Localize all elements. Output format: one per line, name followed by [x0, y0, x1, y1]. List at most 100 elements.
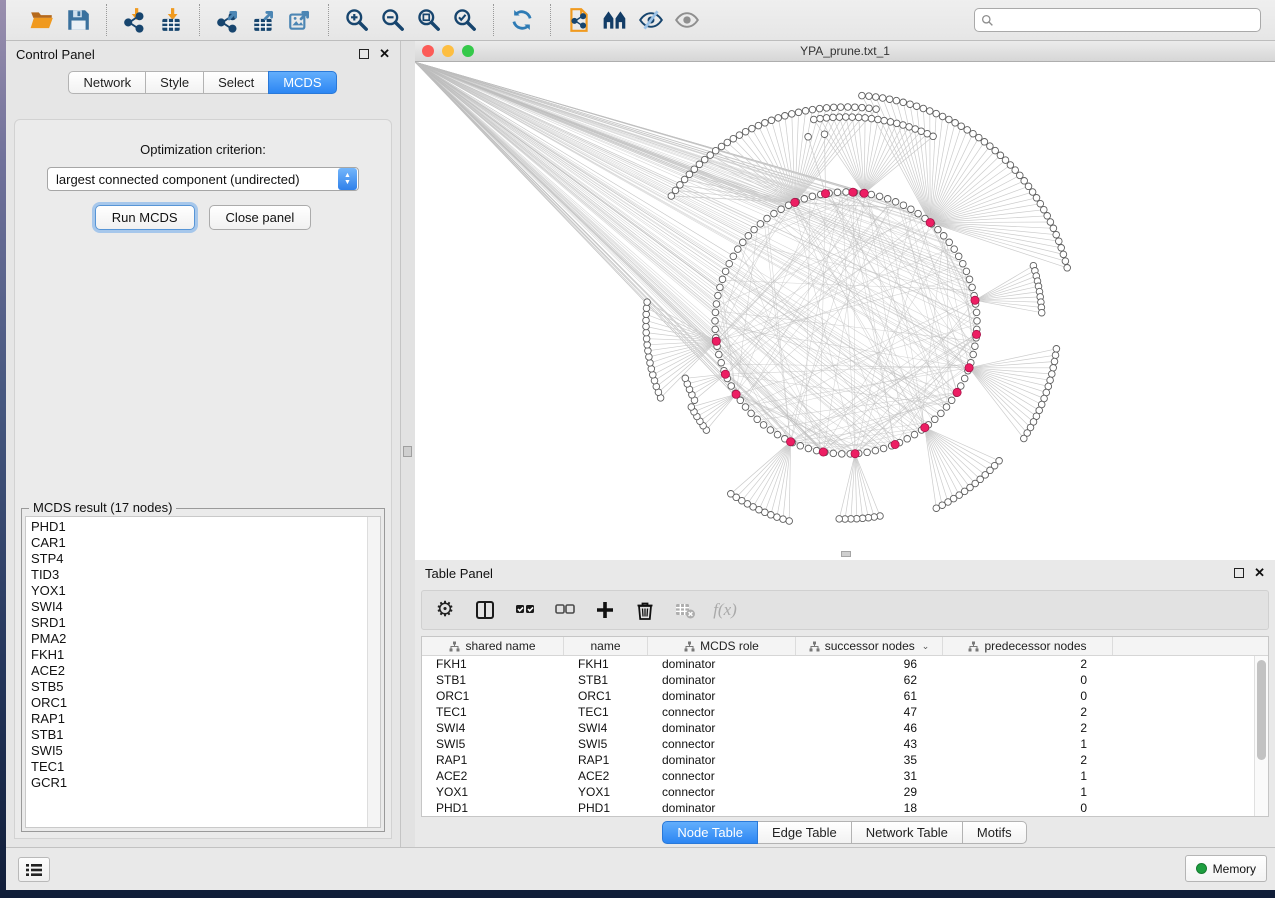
hide-selected-button[interactable] — [633, 4, 669, 36]
show-all-button[interactable] — [669, 4, 705, 36]
table-row[interactable]: STB1STB1dominator620 — [422, 672, 1254, 688]
result-item[interactable]: ACE2 — [26, 663, 367, 679]
tab-style[interactable]: Style — [145, 71, 204, 94]
float-panel-icon[interactable] — [359, 49, 369, 59]
zoom-selected-button[interactable] — [447, 4, 483, 36]
save-session-button[interactable] — [60, 4, 96, 36]
tab-motifs[interactable]: Motifs — [962, 821, 1027, 844]
result-item[interactable]: TID3 — [26, 567, 367, 583]
column-header-shared-name[interactable]: shared name — [422, 637, 564, 655]
result-item[interactable]: PMA2 — [26, 631, 367, 647]
table-cell: TEC1 — [564, 705, 648, 719]
table-cell: YOX1 — [422, 785, 564, 799]
table-cell: 1 — [943, 737, 1113, 751]
result-list-scrollbar[interactable] — [367, 517, 380, 827]
import-table-icon — [158, 7, 184, 33]
optimization-criterion-label: Optimization criterion: — [15, 142, 391, 157]
splitter-handle[interactable] — [403, 446, 412, 457]
tab-node-table[interactable]: Node Table — [662, 821, 758, 844]
result-item[interactable]: TEC1 — [26, 759, 367, 775]
open-file-button[interactable] — [24, 4, 60, 36]
tab-edge-table[interactable]: Edge Table — [757, 821, 852, 844]
search-input[interactable] — [998, 13, 1254, 27]
result-item[interactable]: SWI5 — [26, 743, 367, 759]
table-settings-button[interactable]: ⚙ — [432, 597, 458, 623]
mcds-result-list[interactable]: PHD1CAR1STP4TID3YOX1SWI4SRD1PMA2FKH1ACE2… — [25, 516, 381, 828]
zoom-in-button[interactable] — [339, 4, 375, 36]
result-item[interactable]: STB5 — [26, 679, 367, 695]
float-table-panel-icon[interactable] — [1234, 568, 1244, 578]
table-cell: connector — [648, 705, 796, 719]
table-cell: 1 — [943, 769, 1113, 783]
table-row[interactable]: SWI5SWI5connector431 — [422, 736, 1254, 752]
result-item[interactable]: PHD1 — [26, 519, 367, 535]
table-cell: dominator — [648, 657, 796, 671]
column-header-MCDS-role[interactable]: MCDS role — [648, 637, 796, 655]
optimization-criterion-select[interactable]: largest connected component (undirected)… — [47, 167, 359, 191]
new-network-from-selection-button[interactable] — [561, 4, 597, 36]
network-canvas[interactable] — [415, 62, 1275, 560]
result-item[interactable]: STP4 — [26, 551, 367, 567]
result-item[interactable]: CAR1 — [26, 535, 367, 551]
table-row[interactable]: ACE2ACE2connector311 — [422, 768, 1254, 784]
add-column-icon — [595, 600, 615, 620]
select-all-rows-button[interactable] — [512, 597, 538, 623]
network-window: YPA_prune.txt_1 — [415, 41, 1275, 560]
status-bar: Memory — [6, 847, 1275, 890]
table-cell: ACE2 — [564, 769, 648, 783]
table-scrollbar[interactable] — [1254, 656, 1268, 816]
unselect-all-rows-button[interactable] — [552, 597, 578, 623]
result-item[interactable]: SRD1 — [26, 615, 367, 631]
column-selector-button[interactable] — [472, 597, 498, 623]
zoom-out-button[interactable] — [375, 4, 411, 36]
export-image-button[interactable] — [282, 4, 318, 36]
column-header-successor-nodes[interactable]: successor nodes⌄ — [796, 637, 943, 655]
tab-network-table[interactable]: Network Table — [851, 821, 963, 844]
import-network-button[interactable] — [117, 4, 153, 36]
table-row[interactable]: FKH1FKH1dominator962 — [422, 656, 1254, 672]
table-row[interactable]: ORC1ORC1dominator610 — [422, 688, 1254, 704]
table-cell: 61 — [796, 689, 943, 703]
refresh-button[interactable] — [504, 4, 540, 36]
delete-column-button[interactable] — [632, 597, 658, 623]
table-row[interactable]: SWI4SWI4dominator462 — [422, 720, 1254, 736]
export-network-button[interactable] — [210, 4, 246, 36]
first-neighbors-button[interactable] — [597, 4, 633, 36]
close-panel-button[interactable]: Close panel — [209, 205, 312, 230]
column-header-name[interactable]: name — [564, 637, 648, 655]
import-table-button[interactable] — [153, 4, 189, 36]
panel-menu-button[interactable] — [18, 857, 50, 882]
result-item[interactable]: RAP1 — [26, 711, 367, 727]
network-graph[interactable] — [415, 62, 1275, 559]
table-row[interactable]: TEC1TEC1connector472 — [422, 704, 1254, 720]
table-row[interactable]: RAP1RAP1dominator352 — [422, 752, 1254, 768]
add-column-button[interactable] — [592, 597, 618, 623]
tab-mcds[interactable]: MCDS — [268, 71, 336, 94]
search-box[interactable] — [974, 8, 1261, 32]
horizontal-splitter-handle[interactable] — [841, 551, 851, 557]
export-table-button[interactable] — [246, 4, 282, 36]
control-panel-title: Control Panel — [16, 47, 95, 62]
tab-network[interactable]: Network — [68, 71, 146, 94]
table-toolbar: ⚙ f(x) — [421, 590, 1269, 630]
result-item[interactable]: GCR1 — [26, 775, 367, 791]
network-window-titlebar[interactable]: YPA_prune.txt_1 — [415, 41, 1275, 62]
run-mcds-button[interactable]: Run MCDS — [95, 205, 195, 230]
table-row[interactable]: PHD1PHD1dominator180 — [422, 800, 1254, 816]
table-cell: 1 — [943, 785, 1113, 799]
table-row[interactable]: YOX1YOX1connector291 — [422, 784, 1254, 800]
result-item[interactable]: SWI4 — [26, 599, 367, 615]
table-scrollbar-thumb[interactable] — [1257, 660, 1266, 760]
close-table-panel-icon[interactable]: ✕ — [1254, 565, 1265, 581]
result-item[interactable]: FKH1 — [26, 647, 367, 663]
result-item[interactable]: ORC1 — [26, 695, 367, 711]
table-cell: FKH1 — [422, 657, 564, 671]
result-item[interactable]: STB1 — [26, 727, 367, 743]
result-item[interactable]: YOX1 — [26, 583, 367, 599]
zoom-fit-button[interactable] — [411, 4, 447, 36]
vertical-splitter[interactable] — [401, 41, 415, 847]
column-header-predecessor-nodes[interactable]: predecessor nodes — [943, 637, 1113, 655]
memory-button[interactable]: Memory — [1185, 855, 1267, 882]
tab-select[interactable]: Select — [203, 71, 269, 94]
close-panel-icon[interactable]: ✕ — [379, 46, 390, 62]
